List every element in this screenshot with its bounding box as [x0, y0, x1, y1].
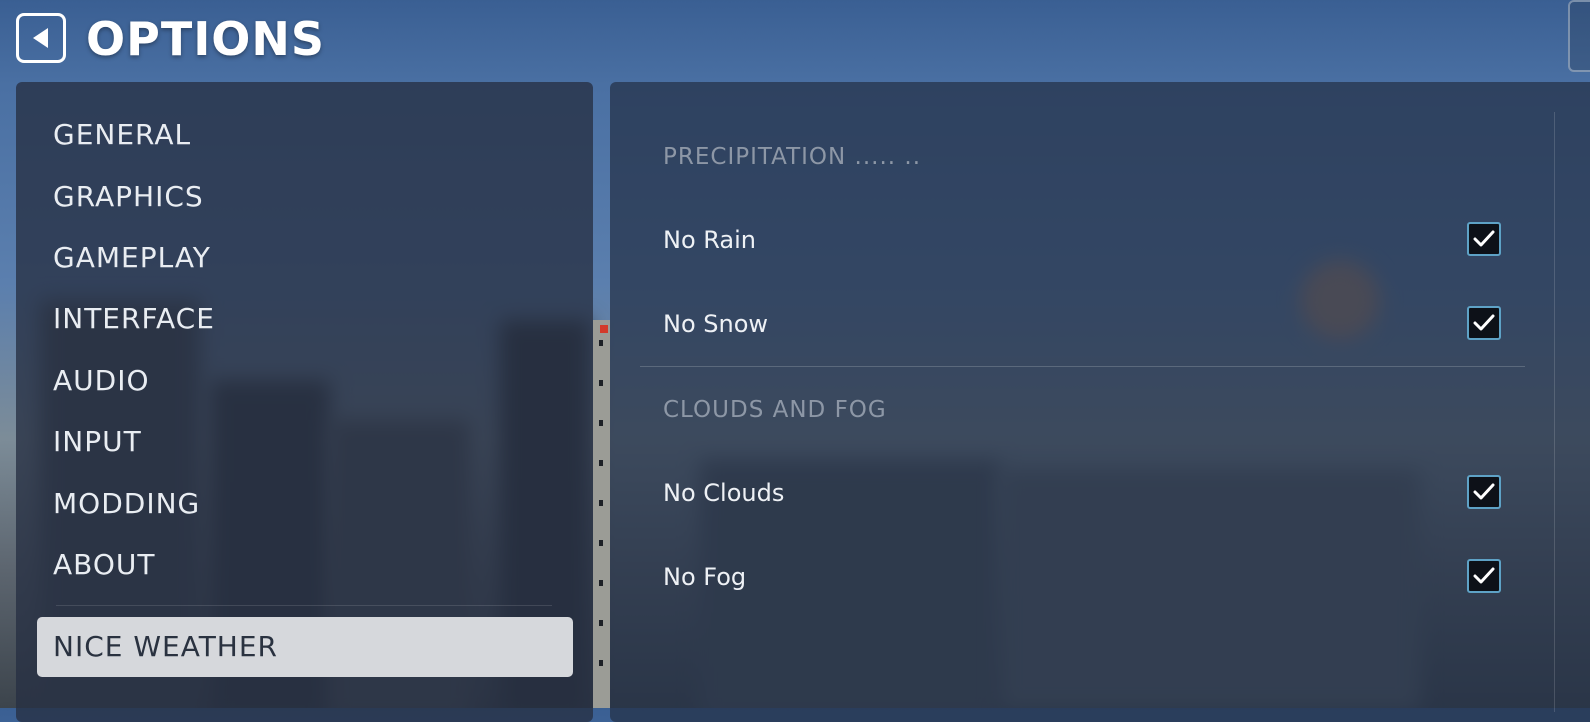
scrollbar-track[interactable]	[1554, 112, 1555, 712]
no-rain-checkbox[interactable]	[1467, 222, 1501, 256]
section-divider	[640, 366, 1525, 367]
building-tower	[593, 320, 610, 708]
options-content-panel: PRECIPITATION ..... .. No Rain No Snow C…	[610, 82, 1590, 722]
no-clouds-checkbox[interactable]	[1467, 475, 1501, 509]
option-label: No Rain	[663, 226, 756, 254]
option-row-no-fog[interactable]: No Fog	[610, 547, 1540, 607]
checkmark-icon	[1473, 567, 1495, 584]
sidebar-item-gameplay[interactable]: GAMEPLAY	[53, 240, 211, 276]
option-label: No Snow	[663, 310, 769, 338]
checkmark-icon	[1473, 314, 1495, 331]
option-row-no-rain[interactable]: No Rain	[610, 210, 1540, 270]
back-arrow-icon	[33, 28, 48, 48]
sidebar-item-about[interactable]: ABOUT	[53, 547, 156, 583]
options-sidebar: GENERAL GRAPHICS GAMEPLAY INTERFACE AUDI…	[16, 82, 593, 722]
sidebar-item-label: NICE WEATHER	[53, 630, 279, 663]
sidebar-item-audio[interactable]: AUDIO	[53, 363, 150, 399]
sidebar-item-input[interactable]: INPUT	[53, 424, 142, 460]
sidebar-item-modding[interactable]: MODDING	[53, 486, 200, 522]
checkmark-icon	[1473, 230, 1495, 247]
sidebar-divider	[56, 605, 552, 606]
section-heading-clouds-and-fog: CLOUDS AND FOG	[663, 397, 887, 423]
no-fog-checkbox[interactable]	[1467, 559, 1501, 593]
sidebar-item-graphics[interactable]: GRAPHICS	[53, 179, 204, 215]
no-snow-checkbox[interactable]	[1467, 306, 1501, 340]
sidebar-item-interface[interactable]: INTERFACE	[53, 301, 215, 337]
option-label: No Fog	[663, 563, 747, 591]
sidebar-item-general[interactable]: GENERAL	[53, 117, 191, 153]
checkmark-icon	[1473, 483, 1495, 500]
back-button[interactable]	[16, 13, 66, 63]
option-row-no-snow[interactable]: No Snow	[610, 294, 1540, 354]
page-title: OPTIONS	[86, 12, 326, 66]
sidebar-item-nice-weather[interactable]: NICE WEATHER	[37, 617, 573, 677]
section-heading-precipitation: PRECIPITATION ..... ..	[663, 144, 922, 170]
top-right-panel-edge	[1568, 0, 1590, 72]
option-row-no-clouds[interactable]: No Clouds	[610, 463, 1540, 523]
option-label: No Clouds	[663, 479, 785, 507]
